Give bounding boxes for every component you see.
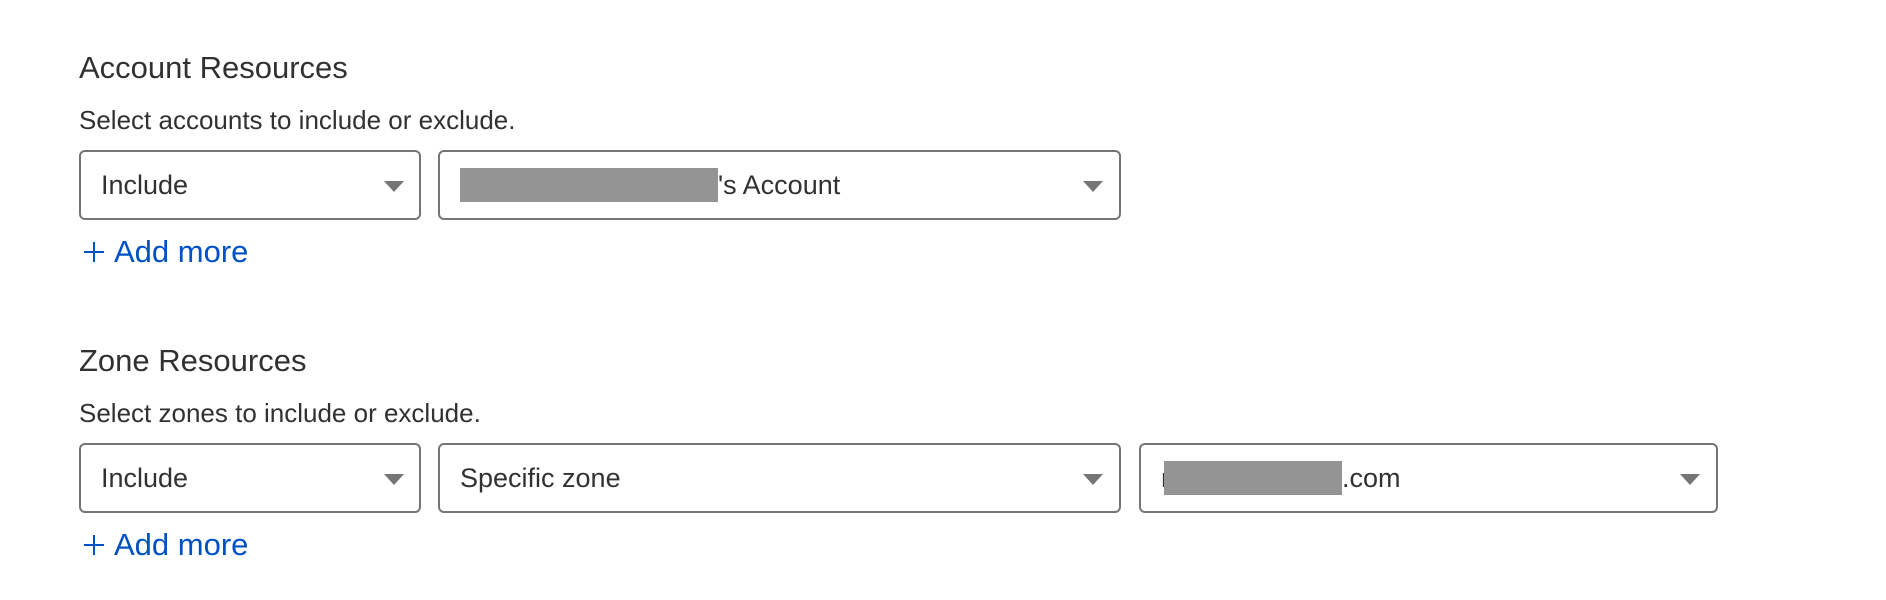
zone-resources-description: Select zones to include or exclude. — [79, 398, 481, 428]
account-select[interactable]: 's Account — [438, 150, 1121, 220]
caret-down-icon — [1083, 181, 1103, 192]
account-resources-title: Account Resources — [79, 50, 348, 85]
account-resources-description: Select accounts to include or exclude. — [79, 105, 516, 135]
account-name-suffix: 's Account — [718, 170, 841, 200]
caret-down-icon — [384, 474, 404, 485]
zone-resource-row: Include Specific zone r.com — [79, 443, 1729, 513]
redacted-account-name — [460, 167, 718, 202]
add-more-label: Add more — [114, 234, 249, 269]
account-include-exclude-select[interactable]: Include — [79, 150, 421, 220]
caret-down-icon — [384, 181, 404, 192]
account-resource-row: Include 's Account — [79, 150, 1129, 220]
plus-icon — [84, 241, 104, 262]
zone-select[interactable]: r.com — [1139, 443, 1718, 513]
select-value: Include — [101, 170, 189, 200]
zone-resources-title: Zone Resources — [79, 343, 307, 378]
select-value: Specific zone — [460, 463, 621, 493]
plus-icon — [84, 534, 104, 555]
account-resources-section: Account Resources Select accounts to inc… — [79, 50, 1179, 280]
zone-resources-section: Zone Resources Select zones to include o… — [79, 343, 1779, 573]
select-value: r.com — [1161, 445, 1401, 511]
zone-name-suffix: .com — [1342, 463, 1401, 493]
add-more-label: Add more — [114, 527, 249, 562]
add-more-accounts-link[interactable]: Add more — [79, 234, 248, 270]
redacted-zone-name — [1164, 460, 1342, 495]
caret-down-icon — [1083, 474, 1103, 485]
select-value: Include — [101, 463, 189, 493]
zone-include-exclude-select[interactable]: Include — [79, 443, 421, 513]
caret-down-icon — [1680, 474, 1700, 485]
add-more-zones-link[interactable]: Add more — [79, 527, 248, 563]
select-value: 's Account — [460, 152, 840, 218]
zone-scope-select[interactable]: Specific zone — [438, 443, 1121, 513]
